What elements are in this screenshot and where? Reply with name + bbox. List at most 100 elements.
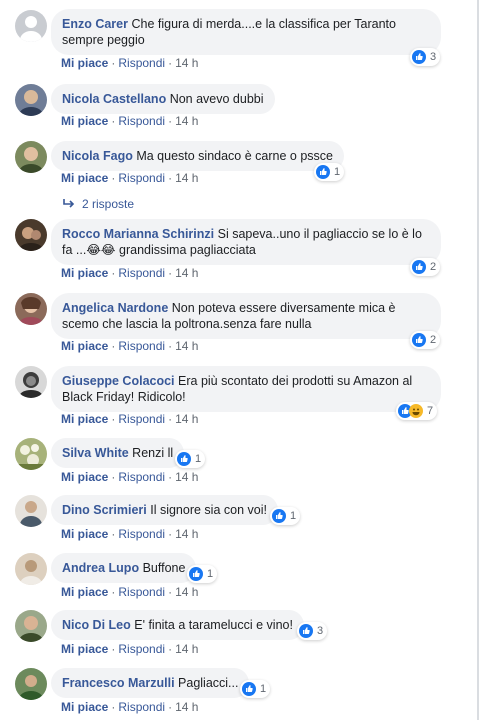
separator-dot: · bbox=[111, 114, 116, 128]
reaction-count: 3 bbox=[430, 51, 437, 63]
comment-author[interactable]: Nicola Castellano bbox=[62, 92, 166, 106]
comment-author[interactable]: Francesco Marzulli bbox=[62, 676, 175, 690]
comment-actions: Mi piace · Rispondi · 14 h bbox=[61, 700, 198, 714]
comment-time[interactable]: 14 h bbox=[175, 470, 198, 484]
reaction-summary[interactable]: 1 bbox=[187, 565, 218, 583]
avatar[interactable] bbox=[15, 293, 47, 325]
comment-bubble: Giuseppe Colacoci Era più scontato dei p… bbox=[51, 366, 441, 412]
comment-author[interactable]: Enzo Carer bbox=[62, 17, 128, 31]
reply-link[interactable]: Rispondi bbox=[118, 700, 165, 714]
comment-author[interactable]: Silva White bbox=[62, 446, 129, 460]
comment-author[interactable]: Nicola Fago bbox=[62, 149, 133, 163]
reaction-summary[interactable]: 1 bbox=[175, 450, 206, 468]
like-link[interactable]: Mi piace bbox=[61, 339, 108, 353]
like-link[interactable]: Mi piace bbox=[61, 412, 108, 426]
reaction-summary[interactable]: 1 bbox=[240, 680, 271, 698]
reply-link[interactable]: Rispondi bbox=[118, 585, 165, 599]
reply-link[interactable]: Rispondi bbox=[118, 266, 165, 280]
reaction-summary[interactable]: 7 bbox=[396, 402, 438, 420]
reaction-summary[interactable]: 2 bbox=[410, 258, 441, 276]
reply-link[interactable]: Rispondi bbox=[118, 339, 165, 353]
separator-dot: · bbox=[168, 266, 173, 280]
like-reaction-icon bbox=[177, 452, 191, 466]
comment-author[interactable]: Angelica Nardone bbox=[62, 301, 168, 315]
reaction-summary[interactable]: 2 bbox=[410, 331, 441, 349]
reaction-count: 1 bbox=[334, 166, 341, 178]
avatar[interactable] bbox=[15, 10, 47, 42]
comment-author[interactable]: Andrea Lupo bbox=[62, 561, 139, 575]
reply-link[interactable]: Rispondi bbox=[118, 642, 165, 656]
comment-actions: Mi piace · Rispondi · 14 h bbox=[61, 114, 198, 128]
comment-bubble: Francesco Marzulli Pagliacci... bbox=[51, 668, 250, 698]
like-link[interactable]: Mi piace bbox=[61, 700, 108, 714]
like-link[interactable]: Mi piace bbox=[61, 56, 108, 70]
comment-time[interactable]: 14 h bbox=[175, 527, 198, 541]
comment-time[interactable]: 14 h bbox=[175, 700, 198, 714]
avatar[interactable] bbox=[15, 553, 47, 585]
like-link[interactable]: Mi piace bbox=[61, 114, 108, 128]
separator-dot: · bbox=[111, 700, 116, 714]
reaction-count: 3 bbox=[317, 625, 324, 637]
avatar[interactable] bbox=[15, 495, 47, 527]
comment-author[interactable]: Nico Di Leo bbox=[62, 618, 131, 632]
separator-dot: · bbox=[111, 470, 116, 484]
comment-time[interactable]: 14 h bbox=[175, 585, 198, 599]
separator-dot: · bbox=[111, 266, 116, 280]
reply-arrow-icon bbox=[63, 199, 75, 208]
comment-time[interactable]: 14 h bbox=[175, 412, 198, 426]
comment-time[interactable]: 14 h bbox=[175, 171, 198, 185]
comment-text: Ma questo sindaco è carne o pssce bbox=[136, 149, 333, 163]
avatar[interactable] bbox=[15, 141, 47, 173]
view-replies-link[interactable]: 2 risposte bbox=[62, 197, 134, 211]
like-link[interactable]: Mi piace bbox=[61, 527, 108, 541]
reply-link[interactable]: Rispondi bbox=[118, 470, 165, 484]
comment-author[interactable]: Dino Scrimieri bbox=[62, 503, 147, 517]
comment-actions: Mi piace · Rispondi · 14 h bbox=[61, 412, 198, 426]
separator-dot: · bbox=[111, 56, 116, 70]
avatar[interactable] bbox=[15, 84, 47, 116]
reply-link[interactable]: Rispondi bbox=[118, 171, 165, 185]
reaction-summary[interactable]: 3 bbox=[410, 48, 441, 66]
reply-link[interactable]: Rispondi bbox=[118, 412, 165, 426]
like-reaction-icon bbox=[299, 624, 313, 638]
comment-time[interactable]: 14 h bbox=[175, 266, 198, 280]
avatar[interactable] bbox=[15, 610, 47, 642]
comment-author[interactable]: Rocco Marianna Schirinzi bbox=[62, 227, 214, 241]
like-link[interactable]: Mi piace bbox=[61, 642, 108, 656]
reaction-count: 1 bbox=[207, 568, 214, 580]
comment-text: Non avevo dubbi bbox=[169, 92, 264, 106]
reaction-summary[interactable]: 3 bbox=[297, 622, 328, 640]
like-link[interactable]: Mi piace bbox=[61, 171, 108, 185]
comment-time[interactable]: 14 h bbox=[175, 114, 198, 128]
avatar[interactable] bbox=[15, 366, 47, 398]
replies-count-label[interactable]: 2 risposte bbox=[82, 197, 134, 211]
comment-actions: Mi piace · Rispondi · 14 h bbox=[61, 585, 198, 599]
separator-dot: · bbox=[168, 470, 173, 484]
separator-dot: · bbox=[168, 412, 173, 426]
comment-time[interactable]: 14 h bbox=[175, 339, 198, 353]
like-link[interactable]: Mi piace bbox=[61, 266, 108, 280]
haha-reaction-icon bbox=[409, 404, 423, 418]
like-reaction-icon bbox=[316, 165, 330, 179]
reaction-summary[interactable]: 1 bbox=[270, 507, 301, 525]
reply-link[interactable]: Rispondi bbox=[118, 527, 165, 541]
comment-author[interactable]: Giuseppe Colacoci bbox=[62, 374, 175, 388]
like-link[interactable]: Mi piace bbox=[61, 470, 108, 484]
avatar[interactable] bbox=[15, 668, 47, 700]
reaction-summary[interactable]: 1 bbox=[314, 163, 345, 181]
like-link[interactable]: Mi piace bbox=[61, 585, 108, 599]
comment-actions: Mi piace · Rispondi · 14 h bbox=[61, 171, 198, 185]
separator-dot: · bbox=[111, 339, 116, 353]
separator-dot: · bbox=[111, 642, 116, 656]
reply-link[interactable]: Rispondi bbox=[118, 56, 165, 70]
reply-link[interactable]: Rispondi bbox=[118, 114, 165, 128]
comment-bubble: Dino Scrimieri Il signore sia con voi! bbox=[51, 495, 278, 525]
comment-time[interactable]: 14 h bbox=[175, 56, 198, 70]
avatar[interactable] bbox=[15, 438, 47, 470]
separator-dot: · bbox=[111, 412, 116, 426]
like-reaction-icon bbox=[242, 682, 256, 696]
comment-time[interactable]: 14 h bbox=[175, 642, 198, 656]
avatar[interactable] bbox=[15, 219, 47, 251]
comment-text: E' finita a taramelucci e vino! bbox=[134, 618, 293, 632]
comment-bubble: Nico Di Leo E' finita a taramelucci e vi… bbox=[51, 610, 304, 640]
